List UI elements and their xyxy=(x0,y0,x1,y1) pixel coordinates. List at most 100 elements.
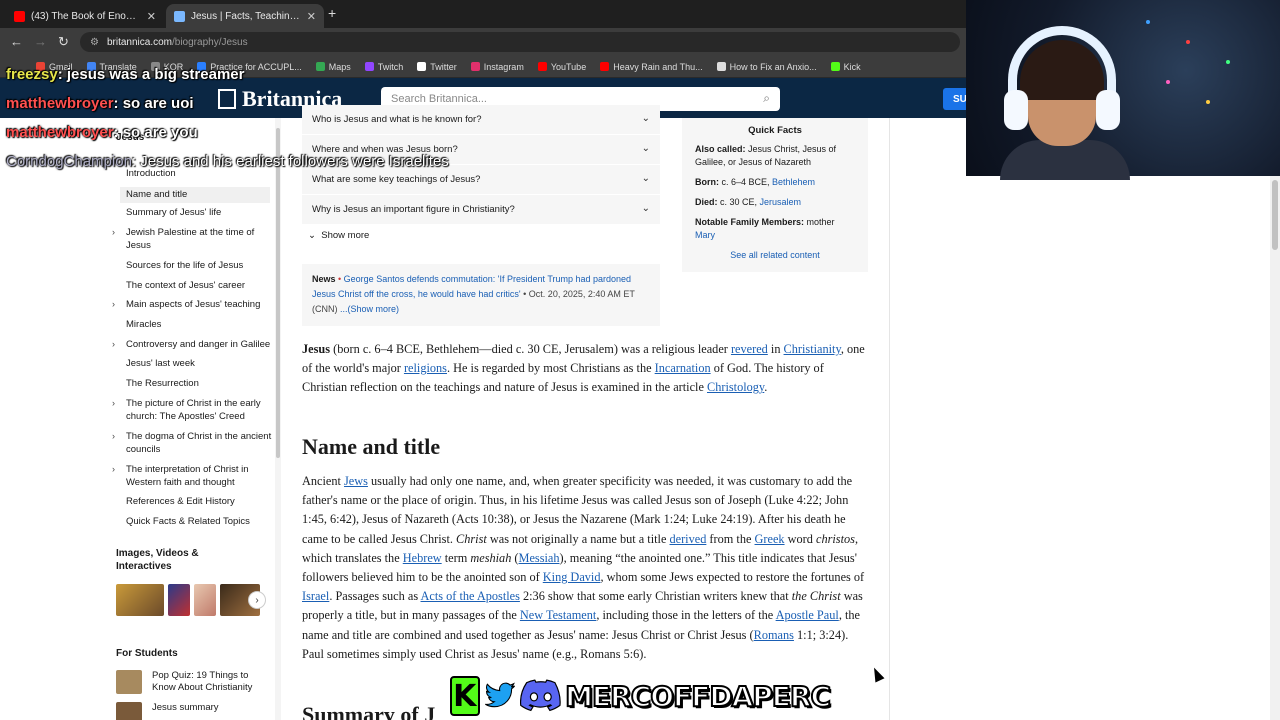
toc-item[interactable]: › The dogma of Christ in the ancient coun… xyxy=(112,430,272,456)
toc-item[interactable]: The context of Jesus' career xyxy=(126,279,272,292)
apostle-paul-link[interactable]: Apostle Paul xyxy=(776,608,839,622)
mary-link[interactable]: Mary xyxy=(695,230,715,240)
toc-item[interactable]: The Resurrection xyxy=(126,377,272,390)
christology-link[interactable]: Christology xyxy=(707,380,764,394)
text: christos xyxy=(815,531,855,546)
headphone-ear-cup xyxy=(1004,90,1028,130)
media-heading: Images, Videos & Interactives xyxy=(116,548,199,572)
hebrew-link[interactable]: Hebrew xyxy=(403,551,442,565)
url-host: britannica.com xyxy=(106,36,172,48)
bethlehem-link[interactable]: Bethlehem xyxy=(772,177,815,187)
toc-item[interactable]: References & Edit History xyxy=(126,495,272,508)
quick-facts-also-called: Also called: Jesus Christ, Jesus of Gali… xyxy=(695,143,855,169)
king-david-link[interactable]: King David xyxy=(543,570,601,584)
media-thumbnail[interactable] xyxy=(116,584,164,616)
bookmark-favicon-icon xyxy=(716,62,726,71)
faq-item[interactable]: Why is Jesus an important figure in Chri… xyxy=(302,195,660,225)
toc-item[interactable]: › Main aspects of Jesus' teaching xyxy=(112,298,272,311)
media-next-icon[interactable]: › xyxy=(248,591,266,609)
tab-book-of-enoch[interactable]: (43) The Book of Enoch Explain ✕ xyxy=(6,4,164,28)
sidebar-scroll-thumb[interactable] xyxy=(276,128,280,458)
toc-item-label: Name and title xyxy=(126,189,188,200)
toc-item[interactable]: Summary of Jesus' life xyxy=(126,206,272,219)
bookmark-item[interactable]: Maps xyxy=(315,61,351,72)
romans-link[interactable]: Romans xyxy=(754,628,794,642)
faq-item[interactable]: Who is Jesus and what is he known for? ⌄ xyxy=(302,105,660,135)
site-info-icon[interactable]: ⚙ xyxy=(90,37,99,48)
sidebar-scrollbar[interactable] xyxy=(275,118,281,720)
toc-item[interactable]: Quick Facts & Related Topics xyxy=(126,515,272,528)
bookmark-item[interactable]: How to Fix an Anxio... xyxy=(716,62,817,72)
incarnation-link[interactable]: Incarnation xyxy=(655,361,711,375)
forward-icon[interactable]: → xyxy=(34,34,47,49)
close-tab-icon[interactable]: ✕ xyxy=(307,10,316,23)
qf-label: Died: xyxy=(695,197,718,207)
bookmark-item[interactable]: YouTube xyxy=(537,62,586,72)
search-icon[interactable]: ⌕ xyxy=(763,91,770,106)
bookmark-label: Twitch xyxy=(377,61,404,72)
chevron-right-icon[interactable]: › xyxy=(112,463,115,476)
toc-item-label: The Resurrection xyxy=(126,378,199,389)
toc-item[interactable]: › Controversy and danger in Galilee xyxy=(112,338,272,351)
religions-link[interactable]: religions xyxy=(404,361,447,375)
page-scrollbar[interactable] xyxy=(1270,176,1280,720)
toc-item[interactable]: › Jewish Palestine at the time of Jesus xyxy=(112,226,272,252)
back-icon[interactable]: ← xyxy=(10,34,23,49)
christianity-link[interactable]: Christianity xyxy=(784,342,841,356)
chevron-right-icon[interactable]: › xyxy=(112,298,115,311)
mouse-cursor xyxy=(869,665,885,683)
bookmark-item[interactable]: Heavy Rain and Thu... xyxy=(600,62,703,72)
bookmark-favicon-icon xyxy=(470,62,480,71)
qf-value: c. 6–4 BCE, xyxy=(719,177,773,187)
bookmark-item[interactable]: Kick xyxy=(830,62,861,72)
page-scroll-thumb[interactable] xyxy=(1272,180,1278,250)
toc-item[interactable]: Name and title xyxy=(120,187,270,203)
reload-icon[interactable]: ↻ xyxy=(58,34,69,50)
toc-item-label: The context of Jesus' career xyxy=(126,280,246,291)
chat-username: freezsy xyxy=(6,66,58,83)
address-bar[interactable]: ⚙ britannica.com/biography/Jesus xyxy=(80,32,960,52)
news-show-more-link[interactable]: ...(Show more) xyxy=(340,304,399,314)
bookmark-item[interactable]: Instagram xyxy=(470,62,524,72)
chat-username: matthewbroyer xyxy=(6,124,114,141)
media-thumbnail[interactable] xyxy=(194,584,216,616)
chevron-right-icon[interactable]: › xyxy=(112,397,115,410)
toc-item[interactable]: › The picture of Christ in the early chur… xyxy=(112,397,272,423)
toc-item[interactable]: Miracles xyxy=(126,318,272,331)
tab-jesus-britannica[interactable]: Jesus | Facts, Teachings, Miracle ✕ xyxy=(166,4,324,28)
toc-item[interactable]: › The interpretation of Christ in Western… xyxy=(112,463,272,489)
student-item[interactable]: Jesus summary xyxy=(116,702,219,720)
new-tab-button[interactable]: + xyxy=(328,5,336,21)
chat-message: matthewbroyer: so are you xyxy=(6,124,198,141)
quick-facts-family: Notable Family Members: mother Mary xyxy=(695,216,855,242)
text: word xyxy=(784,531,816,546)
close-tab-icon[interactable]: ✕ xyxy=(147,10,156,23)
revered-link[interactable]: revered xyxy=(731,342,768,356)
bookmark-item[interactable]: Twitch xyxy=(364,61,404,72)
jerusalem-link[interactable]: Jerusalem xyxy=(760,197,802,207)
see-all-related-link[interactable]: See all related content xyxy=(695,249,855,262)
media-thumbnail[interactable] xyxy=(168,584,190,616)
chevron-right-icon[interactable]: › xyxy=(112,338,115,351)
toc-item[interactable]: Jesus' last week xyxy=(126,357,272,370)
bookmark-label: Maps xyxy=(328,61,351,72)
bookmark-item[interactable]: Twitter xyxy=(417,62,457,72)
faq-question: Who is Jesus and what is he known for? xyxy=(312,114,482,125)
toc-item-label: Main aspects of Jesus' teaching xyxy=(126,299,261,310)
bookmark-favicon-icon xyxy=(315,62,325,71)
chevron-right-icon[interactable]: › xyxy=(112,226,115,239)
faq-show-more-button[interactable]: ⌄ Show more xyxy=(308,230,369,241)
acts-of-the-apostles-link[interactable]: Acts of the Apostles xyxy=(421,589,520,603)
israel-link[interactable]: Israel xyxy=(302,589,329,603)
greek-link[interactable]: Greek xyxy=(755,532,785,546)
faq-question: Why is Jesus an important figure in Chri… xyxy=(312,204,515,215)
derived-link[interactable]: derived xyxy=(669,532,706,546)
messiah-link[interactable]: Messiah xyxy=(519,551,560,565)
chevron-right-icon[interactable]: › xyxy=(112,430,115,443)
jews-link[interactable]: Jews xyxy=(344,474,368,488)
chevron-down-icon: ⌄ xyxy=(641,203,650,214)
new-testament-link[interactable]: New Testament xyxy=(520,608,596,622)
toc-item[interactable]: Sources for the life of Jesus xyxy=(126,259,272,272)
screen: (43) The Book of Enoch Explain ✕ Jesus |… xyxy=(0,0,1280,720)
student-item[interactable]: Pop Quiz: 19 Things to Know About Christ… xyxy=(116,670,262,694)
